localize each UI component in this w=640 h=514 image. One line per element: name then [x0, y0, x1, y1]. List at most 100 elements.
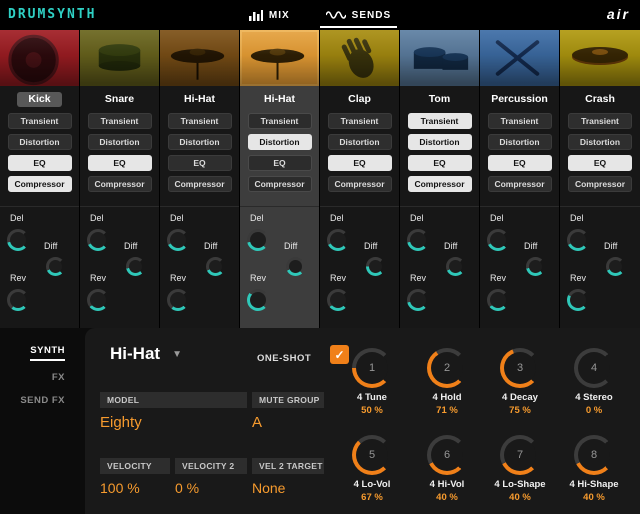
delay-send-knob[interactable] — [407, 229, 429, 251]
pad-tom[interactable] — [400, 30, 479, 86]
eq-button[interactable]: EQ — [8, 155, 72, 171]
velocity2-value[interactable]: 0 % — [175, 480, 199, 496]
reverb-send-knob[interactable] — [407, 289, 429, 311]
transient-button[interactable]: Transient — [248, 113, 312, 129]
diffusion-send-knob[interactable] — [446, 257, 465, 276]
sends-section: Del Diff Rev — [560, 206, 640, 328]
reverb-send-label: Rev — [330, 273, 346, 283]
diffusion-send-knob[interactable] — [126, 257, 145, 276]
distortion-button[interactable]: Distortion — [328, 134, 392, 150]
eq-button[interactable]: EQ — [248, 155, 312, 171]
delay-send-knob[interactable] — [327, 229, 349, 251]
decay-knob[interactable]: 3 — [500, 348, 540, 388]
stereo-knob[interactable]: 4 — [574, 348, 614, 388]
pad-name-dropdown[interactable]: Hi-Hat ▼ — [110, 344, 182, 364]
distortion-button[interactable]: Distortion — [248, 134, 312, 150]
sidebar-item-fx[interactable]: FX — [52, 372, 65, 383]
pad-percussion[interactable] — [480, 30, 559, 86]
diffusion-send-knob[interactable] — [286, 257, 305, 276]
delay-send-knob[interactable] — [167, 229, 189, 251]
diffusion-send-knob[interactable] — [206, 257, 225, 276]
compressor-button[interactable]: Compressor — [408, 176, 472, 192]
diffusion-send-knob[interactable] — [526, 257, 545, 276]
model-value[interactable]: Eighty — [100, 414, 142, 431]
delay-send-knob[interactable] — [7, 229, 29, 251]
sends-section: Del Diff Rev — [320, 206, 399, 328]
reverb-send-knob[interactable] — [167, 289, 189, 311]
pad-clap[interactable] — [320, 30, 399, 86]
hold-knob-cell: 2 4 Hold 71 % — [410, 348, 484, 416]
delay-send-knob[interactable] — [87, 229, 109, 251]
channel-percussion: Percussion Transient Distortion EQ Compr… — [480, 30, 560, 328]
pad-hihat-2[interactable] — [240, 30, 319, 86]
lo-shape-knob[interactable]: 7 — [500, 435, 540, 475]
diffusion-send-knob[interactable] — [606, 257, 625, 276]
compressor-button[interactable]: Compressor — [248, 176, 312, 192]
eq-button[interactable]: EQ — [568, 155, 632, 171]
diffusion-send-knob[interactable] — [366, 257, 385, 276]
velocity-value[interactable]: 100 % — [100, 480, 140, 496]
pad-kick[interactable] — [0, 30, 79, 86]
compressor-button[interactable]: Compressor — [8, 176, 72, 192]
mute-group-value[interactable]: A — [252, 414, 262, 431]
tab-mix[interactable]: MIX — [249, 0, 290, 30]
lo-vol-knob[interactable]: 5 — [352, 435, 392, 475]
delay-send-label: Del — [90, 213, 104, 223]
knob-label: 4 Lo-Shape — [483, 479, 557, 490]
hold-knob[interactable]: 2 — [427, 348, 467, 388]
hi-vol-knob[interactable]: 6 — [427, 435, 467, 475]
eq-button[interactable]: EQ — [408, 155, 472, 171]
compressor-button[interactable]: Compressor — [168, 176, 232, 192]
reverb-send-knob[interactable] — [87, 289, 109, 311]
transient-button[interactable]: Transient — [328, 113, 392, 129]
reverb-send-label: Rev — [490, 273, 506, 283]
pad-snare[interactable] — [80, 30, 159, 86]
diffusion-send-knob[interactable] — [46, 257, 65, 276]
reverb-send-knob[interactable] — [567, 289, 589, 311]
distortion-button[interactable]: Distortion — [408, 134, 472, 150]
distortion-button[interactable]: Distortion — [168, 134, 232, 150]
eq-button[interactable]: EQ — [328, 155, 392, 171]
transient-button[interactable]: Transient — [88, 113, 152, 129]
delay-send-knob[interactable] — [487, 229, 509, 251]
hi-vol-knob-cell: 6 4 Hi-Vol 40 % — [410, 435, 484, 503]
distortion-button[interactable]: Distortion — [8, 134, 72, 150]
sidebar-item-send-fx[interactable]: SEND FX — [20, 395, 65, 406]
transient-button[interactable]: Transient — [488, 113, 552, 129]
reverb-send-knob[interactable] — [247, 289, 269, 311]
tune-knob[interactable]: 1 — [352, 348, 392, 388]
tab-sends[interactable]: SENDS — [326, 0, 391, 30]
compressor-button[interactable]: Compressor — [488, 176, 552, 192]
reverb-send-knob[interactable] — [327, 289, 349, 311]
pad-hihat-1[interactable] — [160, 30, 239, 86]
distortion-button[interactable]: Distortion — [488, 134, 552, 150]
channel-name: Hi-Hat — [240, 92, 319, 107]
fx-buttons: Transient Distortion EQ Compressor — [320, 113, 399, 192]
hi-shape-knob[interactable]: 8 — [574, 435, 614, 475]
reverb-send-knob[interactable] — [487, 289, 509, 311]
compressor-button[interactable]: Compressor — [88, 176, 152, 192]
sends-section: Del Diff Rev — [480, 206, 559, 328]
knob-label: 4 Decay — [483, 392, 557, 403]
sidebar-item-synth[interactable]: SYNTH — [30, 345, 65, 356]
transient-button[interactable]: Transient — [8, 113, 72, 129]
delay-send-label: Del — [250, 213, 264, 223]
transient-button[interactable]: Transient — [568, 113, 632, 129]
pad-crash[interactable] — [560, 30, 640, 86]
delay-send-knob[interactable] — [567, 229, 589, 251]
reverb-send-knob[interactable] — [7, 289, 29, 311]
transient-button[interactable]: Transient — [168, 113, 232, 129]
compressor-button[interactable]: Compressor — [328, 176, 392, 192]
eq-button[interactable]: EQ — [168, 155, 232, 171]
transient-button[interactable]: Transient — [408, 113, 472, 129]
distortion-button[interactable]: Distortion — [88, 134, 152, 150]
delay-send-knob[interactable] — [247, 229, 269, 251]
synth-panel: Hi-Hat ▼ ONE-SHOT MODEL MUTE GROUP Eight… — [85, 328, 640, 514]
channel-name: Tom — [400, 92, 479, 107]
eq-button[interactable]: EQ — [88, 155, 152, 171]
eq-button[interactable]: EQ — [488, 155, 552, 171]
compressor-button[interactable]: Compressor — [568, 176, 632, 192]
vel2-target-value[interactable]: None — [252, 480, 285, 496]
distortion-button[interactable]: Distortion — [568, 134, 632, 150]
reverb-send-label: Rev — [170, 273, 186, 283]
